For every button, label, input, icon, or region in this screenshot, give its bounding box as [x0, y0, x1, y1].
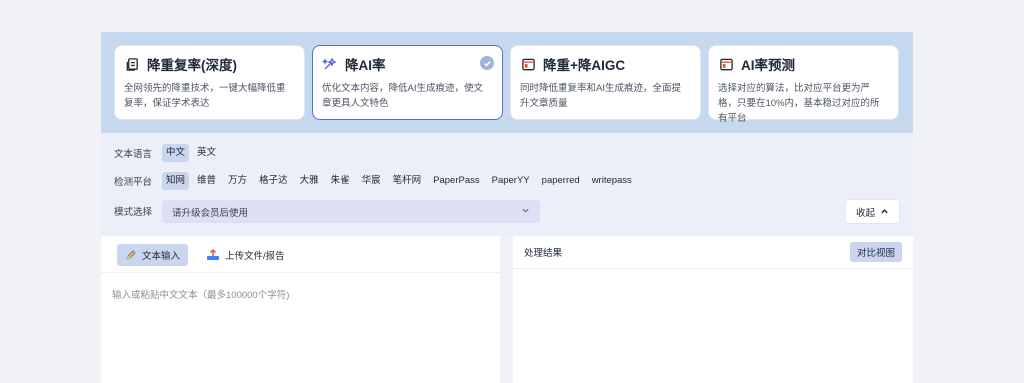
compare-view-button[interactable]: 对比视图	[849, 242, 902, 262]
text-input-area[interactable]: 输入或粘贴中文文本（最多100000个字符)	[101, 274, 500, 383]
mode-title: AI率预测	[741, 58, 795, 73]
platform-option[interactable]: 万方	[224, 172, 251, 190]
mode-selector: 降重复率(深度) 全网领先的降重技术，一键大幅降低重复率，保证学术表达 降AI率…	[101, 32, 913, 133]
mode-title: 降AI率	[345, 58, 386, 73]
check-icon	[480, 56, 494, 70]
collapse-label: 收起	[855, 207, 875, 219]
result-header: 处理结果 对比视图	[513, 236, 913, 269]
tab-upload-file[interactable]: 上传文件/报告	[198, 244, 293, 266]
mode-card-deep-rewrite[interactable]: 降重复率(深度) 全网领先的降重技术，一键大幅降低重复率，保证学术表达	[114, 45, 305, 120]
language-option-chinese[interactable]: 中文	[162, 144, 190, 162]
result-title: 处理结果	[524, 248, 563, 259]
mode-card-rewrite-and-aigc[interactable]: 降重+降AIGC 同时降低重复率和AI生成痕迹，全面提升文章质量	[510, 45, 701, 120]
input-tabs: 文本输入 上传文件/报告	[101, 236, 500, 273]
window-icon	[520, 56, 536, 72]
chevron-down-icon	[521, 206, 530, 218]
language-label: 文本语言	[114, 149, 153, 160]
window-icon	[718, 56, 734, 72]
pencil-icon	[125, 249, 137, 261]
platform-option[interactable]: 笔杆网	[389, 172, 426, 190]
result-content	[513, 269, 913, 382]
mode-description: 优化文本内容，降低AI生成痕迹，使文章更具人文特色	[322, 83, 483, 109]
document-copy-icon	[124, 56, 140, 72]
platform-option[interactable]: PaperYY	[488, 172, 534, 190]
input-panel: 文本输入 上传文件/报告 输入或粘贴中文文本（最多100000个字符)	[101, 236, 500, 383]
text-input-placeholder: 输入或粘贴中文文本（最多100000个字符)	[112, 290, 290, 301]
main-container: 降重复率(深度) 全网领先的降重技术，一键大幅降低重复率，保证学术表达 降AI率…	[101, 32, 913, 383]
platform-option[interactable]: 大雅	[296, 172, 323, 190]
magic-wand-icon	[322, 56, 338, 72]
mode-description: 同时降低重复率和AI生成痕迹，全面提升文章质量	[520, 83, 681, 109]
tab-label: 文本输入	[142, 251, 181, 262]
platform-label: 检测平台	[114, 177, 153, 188]
platform-option[interactable]: 朱雀	[327, 172, 354, 190]
tab-label: 上传文件/报告	[225, 251, 285, 262]
model-row: 模式选择	[114, 202, 162, 220]
mode-title: 降重+降AIGC	[543, 58, 626, 73]
platform-option[interactable]: writepass	[588, 172, 636, 190]
settings-panel: 文本语言 中文 英文 检测平台 知网 维普 万方 格子达 大雅 朱雀 华宸 笔杆…	[101, 133, 913, 236]
mode-description: 全网领先的降重技术，一键大幅降低重复率，保证学术表达	[124, 83, 286, 109]
result-panel: 处理结果 对比视图	[513, 236, 913, 383]
platform-option[interactable]: PaperPass	[429, 172, 483, 190]
model-select[interactable]: 请升级会员后使用	[162, 200, 540, 223]
model-select-value: 请升级会员后使用	[172, 207, 249, 219]
platform-option[interactable]: 维普	[193, 172, 220, 190]
upload-tray-icon	[206, 249, 220, 261]
platform-row: 检测平台 知网 维普 万方 格子达 大雅 朱雀 华宸 笔杆网 PaperPass…	[114, 172, 640, 190]
model-label: 模式选择	[114, 207, 153, 218]
mode-card-reduce-ai[interactable]: 降AI率 优化文本内容，降低AI生成痕迹，使文章更具人文特色	[312, 45, 503, 120]
platform-option[interactable]: 格子达	[255, 172, 292, 190]
mode-card-ai-prediction[interactable]: AI率预测 选择对应的算法，比对应平台更为严格，只要在10%内，基本稳过对应的所…	[708, 45, 899, 124]
platform-option[interactable]: 华宸	[358, 172, 385, 190]
language-row: 文本语言 中文 英文	[114, 144, 224, 162]
mode-description: 选择对应的算法，比对应平台更为严格，只要在10%内，基本稳过对应的所有平台	[718, 83, 880, 124]
tab-text-input[interactable]: 文本输入	[117, 244, 189, 266]
platform-option[interactable]: 知网	[162, 172, 190, 190]
platform-option[interactable]: paperred	[538, 172, 584, 190]
mode-title: 降重复率(深度)	[147, 58, 237, 73]
chevron-up-icon	[880, 207, 889, 216]
language-option-english[interactable]: 英文	[193, 144, 220, 162]
collapse-button[interactable]: 收起	[845, 199, 900, 224]
